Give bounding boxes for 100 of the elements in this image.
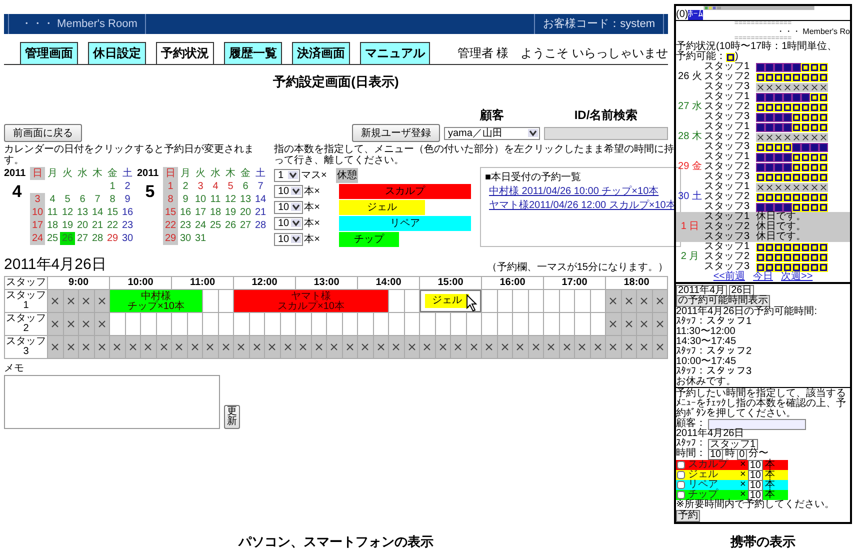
calendar-day[interactable]: 25 — [208, 219, 223, 232]
calendar-day[interactable]: 12 — [223, 193, 238, 206]
day-select[interactable]: 26日 — [729, 284, 754, 296]
calendar-day[interactable]: 7 — [90, 193, 105, 206]
menu-checkbox[interactable] — [677, 481, 685, 489]
calendar-day[interactable]: 2 — [120, 180, 135, 193]
memo-field[interactable] — [4, 375, 220, 429]
calendar-day[interactable]: 14 — [90, 206, 105, 219]
calendar-day[interactable]: 3 — [30, 193, 45, 206]
week-nav-link[interactable]: 今日 — [753, 272, 773, 282]
calendar-day[interactable]: 21 — [90, 219, 105, 232]
nav-tab[interactable]: 管理画面 — [20, 42, 78, 64]
count-select[interactable]: 10 — [274, 216, 304, 230]
nav-tab[interactable]: 予約状況 — [156, 42, 214, 64]
new-user-button[interactable]: 新規ユーザ登録 — [352, 124, 440, 142]
month-select[interactable]: 2011年4月 — [676, 284, 728, 296]
calendar-day[interactable]: 17 — [193, 206, 208, 219]
menu-block[interactable]: 休憩 — [336, 168, 358, 182]
calendar-day[interactable]: 4 — [45, 193, 60, 206]
back-button[interactable]: 前画面に戻る — [4, 124, 82, 142]
update-button[interactable]: 更新 — [224, 405, 240, 429]
menu-checkbox[interactable] — [677, 491, 685, 499]
calendar-day[interactable]: 11 — [45, 206, 60, 219]
nav-tab[interactable]: 履歴一覧 — [224, 42, 282, 64]
week-nav-link[interactable]: <<前週 — [713, 272, 745, 282]
customer-field[interactable] — [708, 418, 806, 430]
booking-block[interactable]: ヤマト様 スカルプ×10本 — [234, 290, 388, 312]
menu-block[interactable]: スカルプ — [339, 184, 472, 198]
calendar-day[interactable]: 22 — [163, 219, 178, 232]
calendar-day[interactable]: 23 — [178, 219, 193, 232]
menu-block[interactable]: リペア — [339, 216, 472, 230]
minute-field[interactable]: 0 — [737, 448, 747, 460]
calendar-day[interactable]: 10 — [30, 206, 45, 219]
calendar-day[interactable]: 29 — [105, 232, 120, 245]
count-field[interactable]: 10 — [748, 480, 763, 490]
calendar-day[interactable]: 29 — [163, 232, 178, 245]
calendar-day[interactable]: 13 — [75, 206, 90, 219]
calendar-day[interactable]: 14 — [253, 193, 268, 206]
nav-tab[interactable]: 休日設定 — [88, 42, 146, 64]
menu-block[interactable]: ジェル — [339, 200, 425, 214]
show-times-button[interactable]: の予約可能時間表示 — [676, 295, 770, 307]
count-field[interactable]: 10 — [748, 460, 763, 470]
count-field[interactable]: 10 — [748, 470, 763, 480]
calendar-day[interactable]: 18 — [45, 219, 60, 232]
nav-tab[interactable]: 決済画面 — [292, 42, 350, 64]
calendar-day[interactable]: 16 — [178, 206, 193, 219]
calendar-day[interactable]: 18 — [208, 206, 223, 219]
calendar-day[interactable]: 15 — [105, 206, 120, 219]
menu-block[interactable]: ジェル — [425, 294, 469, 308]
menu-block[interactable]: チップ — [339, 232, 399, 246]
menu-checkbox[interactable] — [677, 461, 685, 469]
calendar-day[interactable]: 9 — [120, 193, 135, 206]
calendar-day[interactable]: 25 — [45, 232, 60, 245]
calendar-day[interactable]: 2 — [178, 180, 193, 193]
calendar-day[interactable]: 24 — [30, 232, 45, 245]
calendar-day[interactable]: 30 — [178, 232, 193, 245]
calendar-day[interactable]: 28 — [90, 232, 105, 245]
calendar-day[interactable]: 7 — [253, 180, 268, 193]
nav-tab[interactable]: マニュアル — [360, 42, 430, 64]
calendar-day[interactable]: 15 — [163, 206, 178, 219]
calendar-day[interactable]: 5 — [223, 180, 238, 193]
calendar-day[interactable]: 19 — [60, 219, 75, 232]
calendar-day[interactable]: 9 — [178, 193, 193, 206]
drop-target-slot[interactable]: ジェル — [420, 290, 481, 312]
calendar-day[interactable]: 5 — [60, 193, 75, 206]
reservation-link[interactable]: 中村様 2011/04/26 10:00 チップ×10本 — [485, 184, 676, 198]
calendar-day[interactable]: 27 — [75, 232, 90, 245]
calendar-day[interactable]: 24 — [193, 219, 208, 232]
calendar-day[interactable]: 26 — [223, 219, 238, 232]
calendar-day[interactable]: 20 — [238, 206, 253, 219]
calendar-day[interactable]: 17 — [30, 219, 45, 232]
search-field[interactable] — [544, 126, 668, 140]
calendar-day[interactable]: 12 — [60, 206, 75, 219]
calendar-day[interactable]: 16 — [120, 206, 135, 219]
calendar-day[interactable]: 10 — [193, 193, 208, 206]
booking-block[interactable]: 中村様 チップ×10本 — [110, 290, 202, 312]
calendar-day[interactable]: 27 — [238, 219, 253, 232]
calendar-day[interactable]: 4 — [208, 180, 223, 193]
reserve-button[interactable]: 予約 — [676, 510, 700, 522]
count-select[interactable]: 1 — [274, 168, 300, 182]
calendar-day[interactable]: 21 — [253, 206, 268, 219]
calendar-day[interactable]: 8 — [105, 193, 120, 206]
calendar-day[interactable]: 22 — [105, 219, 120, 232]
calendar-day[interactable]: 8 — [163, 193, 178, 206]
calendar-day[interactable]: 11 — [208, 193, 223, 206]
count-field[interactable]: 10 — [748, 490, 763, 500]
calendar-day[interactable]: 28 — [253, 219, 268, 232]
menu-checkbox[interactable] — [677, 471, 685, 479]
count-select[interactable]: 10 — [274, 232, 304, 246]
hour-field[interactable]: 10 — [708, 448, 724, 460]
calendar-day[interactable]: 26 — [60, 232, 75, 245]
calendar-day[interactable]: 6 — [238, 180, 253, 193]
calendar-day[interactable]: 13 — [238, 193, 253, 206]
home-link[interactable]: ﾎｰﾑ — [688, 10, 704, 20]
calendar-day[interactable]: 23 — [120, 219, 135, 232]
calendar-day[interactable]: 1 — [163, 180, 178, 193]
count-select[interactable]: 10 — [274, 200, 304, 214]
week-nav-link[interactable]: 次週>> — [781, 272, 813, 282]
calendar-day[interactable]: 30 — [120, 232, 135, 245]
count-select[interactable]: 10 — [274, 184, 304, 198]
